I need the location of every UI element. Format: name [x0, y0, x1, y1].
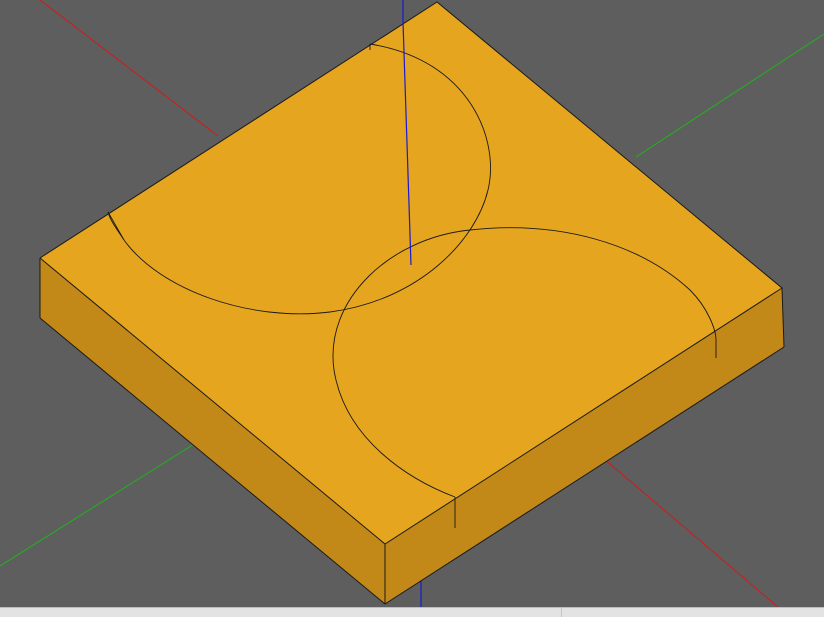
status-bar	[0, 607, 824, 617]
status-pane-left	[0, 608, 562, 617]
3d-viewport[interactable]	[0, 0, 824, 617]
status-pane-right	[562, 608, 824, 617]
3d-scene	[0, 0, 824, 617]
